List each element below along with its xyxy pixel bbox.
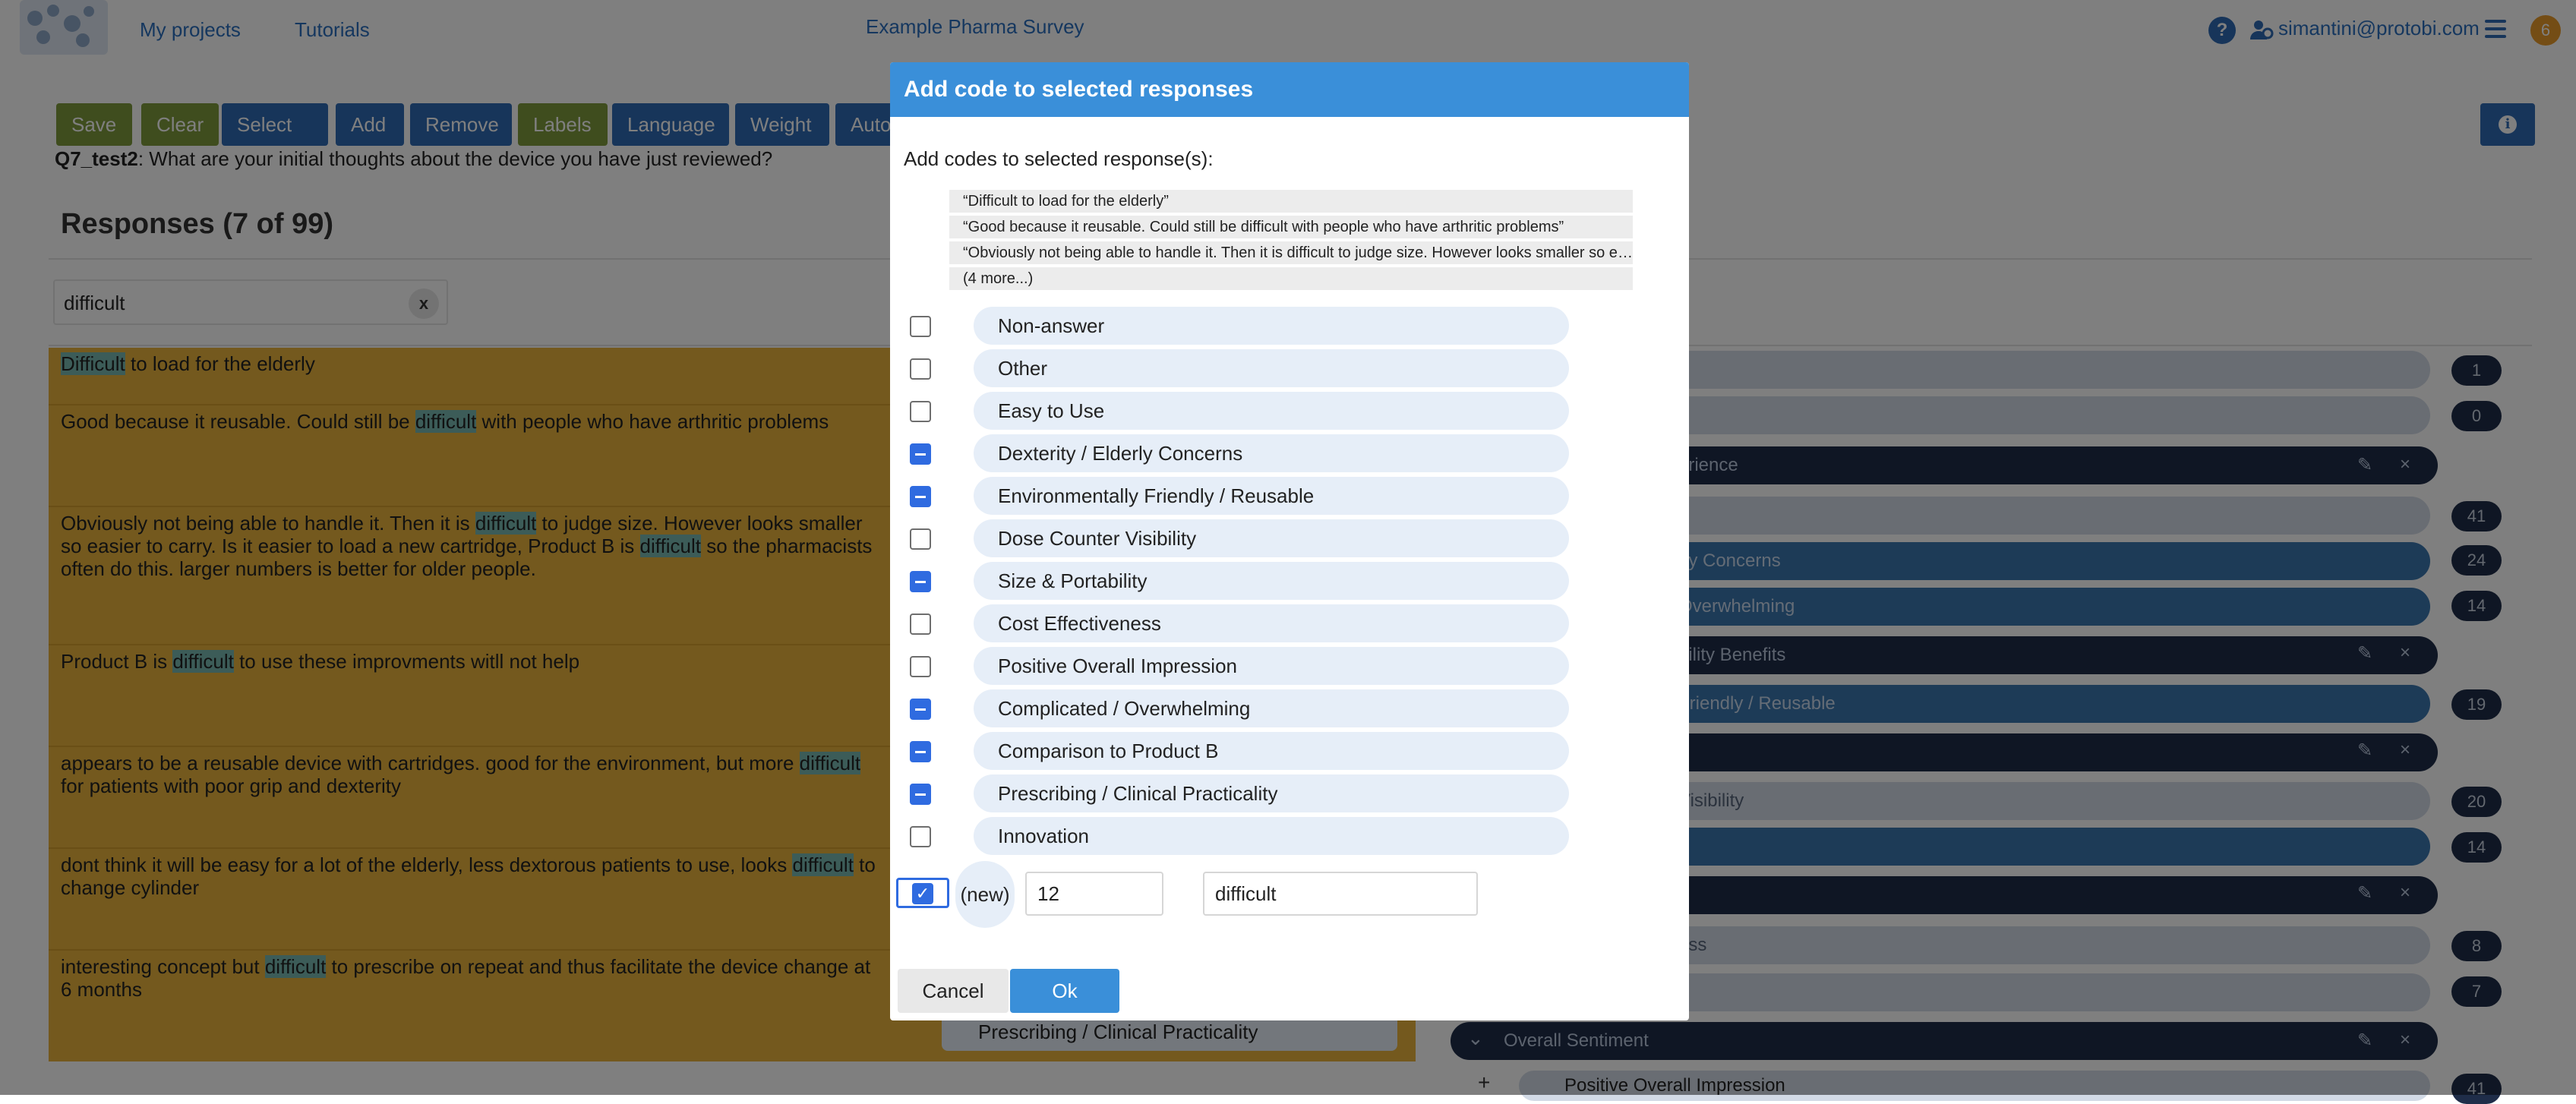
code-option: Prescribing / Clinical Practicality [910, 774, 1593, 812]
selected-response-quote: “Good because it reusable. Could still b… [949, 216, 1633, 238]
code-option: Environmentally Friendly / Reusable [910, 477, 1593, 515]
code-option: Non-answer [910, 307, 1593, 345]
new-code-label-input[interactable] [1203, 872, 1478, 916]
more-responses[interactable]: (4 more...) [949, 267, 1633, 290]
code-label[interactable]: Prescribing / Clinical Practicality [974, 774, 1569, 812]
new-code-checkbox[interactable]: ✓ [896, 878, 949, 908]
code-label[interactable]: Dexterity / Elderly Concerns [974, 434, 1569, 472]
code-label[interactable]: Easy to Use [974, 392, 1569, 430]
code-checkbox[interactable] [910, 401, 931, 422]
code-option: Other [910, 349, 1593, 387]
code-label[interactable]: Innovation [974, 817, 1569, 855]
code-option: Cost Effectiveness [910, 604, 1593, 642]
code-option: Comparison to Product B [910, 732, 1593, 770]
code-checkbox[interactable] [910, 784, 931, 805]
new-code-value-input[interactable] [1025, 872, 1163, 916]
code-option: Positive Overall Impression [910, 647, 1593, 685]
code-option: Dose Counter Visibility [910, 519, 1593, 557]
dialog-subtitle: Add codes to selected response(s): [904, 147, 1214, 170]
code-option: Innovation [910, 817, 1593, 855]
code-label[interactable]: Cost Effectiveness [974, 604, 1569, 642]
code-checkbox[interactable] [910, 571, 931, 592]
code-option: Dexterity / Elderly Concerns [910, 434, 1593, 472]
code-checkbox[interactable] [910, 656, 931, 677]
code-checkbox[interactable] [910, 614, 931, 635]
code-checkbox[interactable] [910, 528, 931, 550]
dialog-title: Add code to selected responses [890, 62, 1689, 117]
code-label[interactable]: Environmentally Friendly / Reusable [974, 477, 1569, 515]
check-icon: ✓ [912, 883, 933, 904]
cancel-button[interactable]: Cancel [898, 969, 1009, 1013]
code-checkbox[interactable] [910, 826, 931, 847]
selected-response-quote: “Difficult to load for the elderly” [949, 190, 1633, 213]
new-code-label: (new) [955, 861, 1015, 928]
code-checkbox[interactable] [910, 741, 931, 762]
code-checkbox[interactable] [910, 486, 931, 507]
code-label[interactable]: Complicated / Overwhelming [974, 689, 1569, 727]
code-checkbox[interactable] [910, 358, 931, 380]
code-label[interactable]: Other [974, 349, 1569, 387]
selected-response-quote: “Obviously not being able to handle it. … [949, 241, 1633, 264]
code-label[interactable]: Non-answer [974, 307, 1569, 345]
code-option: Size & Portability [910, 562, 1593, 600]
code-label[interactable]: Size & Portability [974, 562, 1569, 600]
code-option: Easy to Use [910, 392, 1593, 430]
code-checkbox[interactable] [910, 316, 931, 337]
code-option: Complicated / Overwhelming [910, 689, 1593, 727]
ok-button[interactable]: Ok [1010, 969, 1119, 1013]
code-checkbox[interactable] [910, 443, 931, 465]
code-label[interactable]: Positive Overall Impression [974, 647, 1569, 685]
code-label[interactable]: Dose Counter Visibility [974, 519, 1569, 557]
code-label[interactable]: Comparison to Product B [974, 732, 1569, 770]
code-checkbox[interactable] [910, 699, 931, 720]
